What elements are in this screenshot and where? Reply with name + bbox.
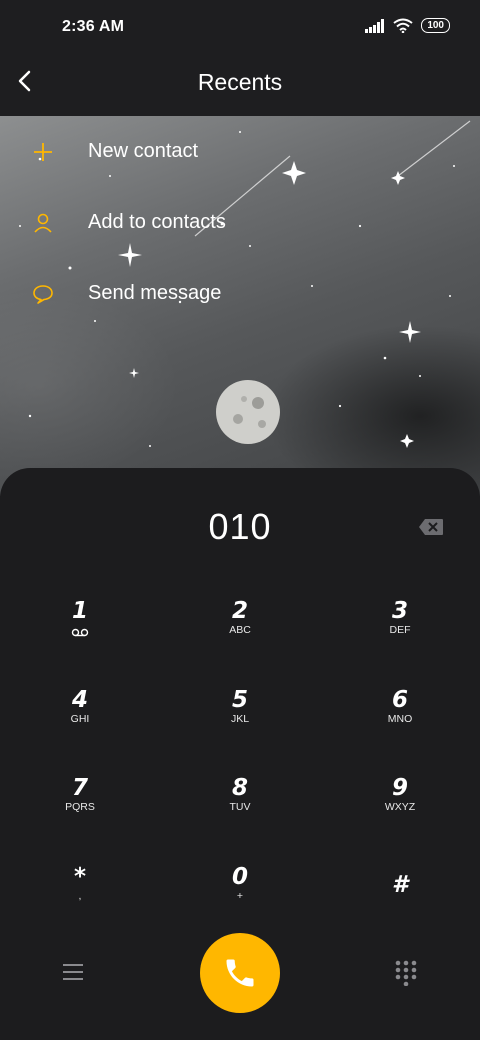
key-1[interactable]: 1 xyxy=(20,598,140,668)
key-digit: # xyxy=(391,872,408,898)
wifi-icon xyxy=(393,18,413,33)
send-message-action[interactable]: Send message xyxy=(0,258,480,329)
key-2[interactable]: 2 ABC xyxy=(180,598,300,668)
person-icon xyxy=(34,213,52,233)
plus-icon xyxy=(34,142,52,161)
key-digit: 0 xyxy=(231,864,248,890)
key-digit: 3 xyxy=(391,598,408,624)
key-letters: WXYZ xyxy=(384,801,416,813)
key-digit: * xyxy=(73,864,87,890)
key-letters: PQRS xyxy=(65,801,95,813)
keypad-toggle-button[interactable] xyxy=(394,960,418,987)
key-digit: 2 xyxy=(231,598,248,624)
key-letters: ABC xyxy=(229,624,251,636)
phone-icon xyxy=(226,959,254,987)
key-star[interactable]: * , xyxy=(20,864,140,934)
dialed-number: 010 xyxy=(208,506,272,547)
key-digit: 4 xyxy=(71,687,88,713)
menu-button[interactable] xyxy=(60,960,86,984)
chat-bubble-icon xyxy=(33,284,53,304)
key-letters: MNO xyxy=(387,713,413,725)
key-digit: 8 xyxy=(231,775,248,801)
dialpad-icon xyxy=(395,960,417,987)
call-button[interactable] xyxy=(200,933,280,1013)
key-9[interactable]: 9 WXYZ xyxy=(340,775,460,845)
key-letters: DEF xyxy=(389,624,411,636)
add-to-contacts-label: Add to contacts xyxy=(88,211,226,233)
backspace-button[interactable] xyxy=(418,518,444,536)
signal-icon xyxy=(365,18,385,33)
send-message-label: Send message xyxy=(88,282,222,304)
quick-actions: New contact Add to contacts Send message xyxy=(0,116,480,329)
key-digit: 1 xyxy=(71,598,88,624)
key-letters: GHI xyxy=(70,713,90,725)
key-0[interactable]: 0 + xyxy=(180,864,300,934)
battery-icon: 100 xyxy=(421,18,450,33)
key-7[interactable]: 7 PQRS xyxy=(20,775,140,845)
status-bar: 2:36 AM 100 xyxy=(0,0,480,56)
key-8[interactable]: 8 TUV xyxy=(180,775,300,845)
key-digit: 7 xyxy=(71,775,88,801)
page-title: Recents xyxy=(197,69,283,95)
key-letters: , xyxy=(78,890,82,902)
backspace-icon xyxy=(419,519,443,535)
menu-icon xyxy=(63,964,83,980)
key-letters: + xyxy=(236,890,244,902)
add-to-contacts-action[interactable]: Add to contacts xyxy=(0,187,480,258)
dialer-panel: 010 1 2 ABC 3 DEF 4 GHI 5 JKL 6 MNO 7 PQ… xyxy=(0,468,480,1040)
key-4[interactable]: 4 GHI xyxy=(20,687,140,757)
key-6[interactable]: 6 MNO xyxy=(340,687,460,757)
key-digit: 6 xyxy=(391,687,408,713)
key-letters: JKL xyxy=(230,713,250,725)
new-contact-label: New contact xyxy=(88,140,199,162)
top-bar: Recents xyxy=(0,56,480,116)
key-letters: TUV xyxy=(229,801,251,813)
key-digit: 5 xyxy=(231,687,248,713)
new-contact-action[interactable]: New contact xyxy=(0,116,480,187)
voicemail-icon xyxy=(71,628,89,637)
status-time: 2:36 AM xyxy=(62,18,125,35)
key-digit: 9 xyxy=(391,775,408,801)
key-3[interactable]: 3 DEF xyxy=(340,598,460,668)
key-5[interactable]: 5 JKL xyxy=(180,687,300,757)
dialer-bottom-bar xyxy=(0,930,480,1020)
